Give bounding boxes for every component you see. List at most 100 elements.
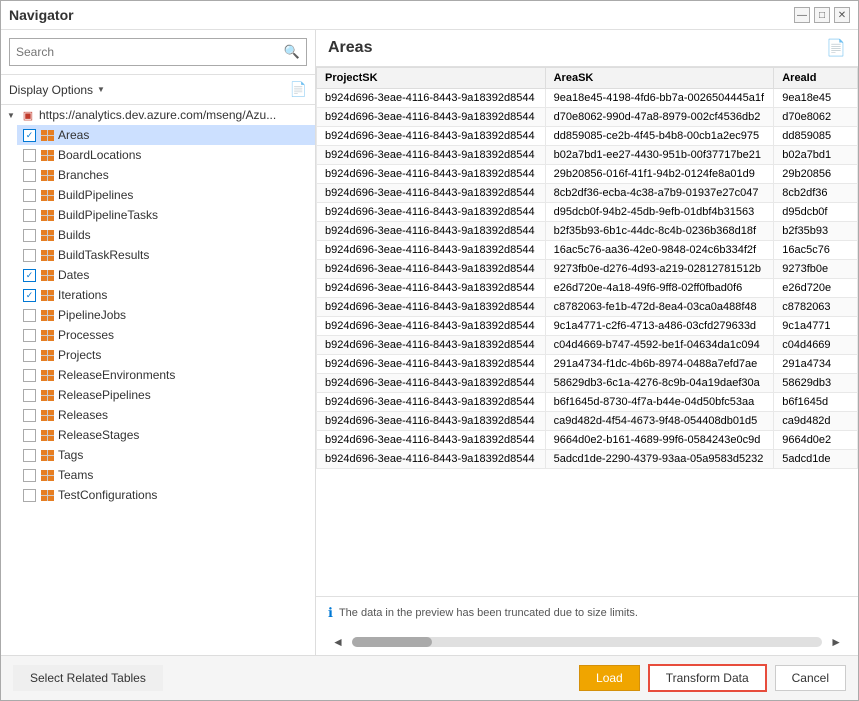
checkbox-ReleaseEnvironments[interactable] [23,369,36,382]
checkbox-Releases[interactable] [23,409,36,422]
table-row[interactable]: b924d696-3eae-4116-8443-9a18392d8544c878… [317,298,858,317]
scroll-right-button[interactable]: ► [826,633,846,651]
table-icon-Builds [40,228,54,242]
table-row[interactable]: b924d696-3eae-4116-8443-9a18392d8544b02a… [317,146,858,165]
checkbox-Areas[interactable] [23,129,36,142]
table-cell: e26d720e [774,279,858,298]
table-cell: b924d696-3eae-4116-8443-9a18392d8544 [317,127,546,146]
download-icon[interactable]: 📄 [826,38,846,58]
table-row[interactable]: b924d696-3eae-4116-8443-9a18392d85445adc… [317,450,858,469]
checkbox-BuildTaskResults[interactable] [23,249,36,262]
table-row[interactable]: b924d696-3eae-4116-8443-9a18392d85449c1a… [317,317,858,336]
tree-item-Releases[interactable]: Releases [17,405,315,425]
table-row[interactable]: b924d696-3eae-4116-8443-9a18392d85449273… [317,260,858,279]
search-icon: 🔍 [284,44,300,60]
table-cell: b924d696-3eae-4116-8443-9a18392d8544 [317,108,546,127]
table-row[interactable]: b924d696-3eae-4116-8443-9a18392d8544e26d… [317,279,858,298]
data-table-wrap[interactable]: ProjectSK AreaSK AreaId b924d696-3eae-41… [316,67,858,596]
checkbox-Iterations[interactable] [23,289,36,302]
tree-item-PipelineJobs[interactable]: PipelineJobs [17,305,315,325]
tree-item-Iterations[interactable]: Iterations [17,285,315,305]
tree-item-BuildPipelines[interactable]: BuildPipelines [17,185,315,205]
table-cell: b924d696-3eae-4116-8443-9a18392d8544 [317,355,546,374]
table-row[interactable]: b924d696-3eae-4116-8443-9a18392d8544b2f3… [317,222,858,241]
table-row[interactable]: b924d696-3eae-4116-8443-9a18392d85445862… [317,374,858,393]
checkbox-Teams[interactable] [23,469,36,482]
tree-item-Builds[interactable]: Builds [17,225,315,245]
table-row[interactable]: b924d696-3eae-4116-8443-9a18392d8544d70e… [317,108,858,127]
table-cell: b924d696-3eae-4116-8443-9a18392d8544 [317,241,546,260]
scroll-thumb[interactable] [352,637,432,647]
scroll-track[interactable] [352,637,822,647]
info-icon: ℹ [328,605,333,621]
table-row[interactable]: b924d696-3eae-4116-8443-9a18392d854416ac… [317,241,858,260]
table-row[interactable]: b924d696-3eae-4116-8443-9a18392d8544ca9d… [317,412,858,431]
data-table: ProjectSK AreaSK AreaId b924d696-3eae-41… [316,67,858,469]
tree-item-Tags[interactable]: Tags [17,445,315,465]
transform-data-button[interactable]: Transform Data [648,664,767,692]
tree-item-Teams[interactable]: Teams [17,465,315,485]
checkbox-BuildPipelines[interactable] [23,189,36,202]
load-button[interactable]: Load [579,665,640,691]
table-row[interactable]: b924d696-3eae-4116-8443-9a18392d85449ea1… [317,89,858,108]
table-cell: 9c1a4771-c2f6-4713-a486-03cfd279633d [545,317,774,336]
page-icon-button[interactable]: 📄 [290,81,307,98]
checkbox-Tags[interactable] [23,449,36,462]
tree-label-Tags: Tags [58,448,309,462]
close-button[interactable]: ✕ [834,7,850,23]
checkbox-PipelineJobs[interactable] [23,309,36,322]
tree-item-BuildPipelineTasks[interactable]: BuildPipelineTasks [17,205,315,225]
checkbox-Builds[interactable] [23,229,36,242]
minimize-button[interactable]: — [794,7,810,23]
display-options-button[interactable]: Display Options ▼ [9,83,105,97]
table-row[interactable]: b924d696-3eae-4116-8443-9a18392d85448cb2… [317,184,858,203]
checkbox-Processes[interactable] [23,329,36,342]
table-row[interactable]: b924d696-3eae-4116-8443-9a18392d8544c04d… [317,336,858,355]
checkbox-BoardLocations[interactable] [23,149,36,162]
checkbox-Projects[interactable] [23,349,36,362]
tree-label-BoardLocations: BoardLocations [58,148,309,162]
scroll-left-button[interactable]: ◄ [328,633,348,651]
tree-label-BuildPipelineTasks: BuildPipelineTasks [58,208,309,222]
checkbox-ReleasePipelines[interactable] [23,389,36,402]
tree-label-ReleaseEnvironments: ReleaseEnvironments [58,368,309,382]
checkbox-ReleaseStages[interactable] [23,429,36,442]
tree-label-TestConfigurations: TestConfigurations [58,488,309,502]
table-row[interactable]: b924d696-3eae-4116-8443-9a18392d8544291a… [317,355,858,374]
tree-item-Projects[interactable]: Projects [17,345,315,365]
tree-root-item[interactable]: ▼ ▣ https://analytics.dev.azure.com/msen… [1,105,315,125]
checkbox-BuildPipelineTasks[interactable] [23,209,36,222]
tree-item-Processes[interactable]: Processes [17,325,315,345]
scrollbar-row[interactable]: ◄ ► [316,629,858,655]
info-row: ℹ The data in the preview has been trunc… [316,596,858,629]
title-bar: Navigator — □ ✕ [1,1,858,30]
table-row[interactable]: b924d696-3eae-4116-8443-9a18392d854429b2… [317,165,858,184]
tree-item-ReleaseEnvironments[interactable]: ReleaseEnvironments [17,365,315,385]
tree-item-ReleaseStages[interactable]: ReleaseStages [17,425,315,445]
checkbox-TestConfigurations[interactable] [23,489,36,502]
tree-item-BuildTaskResults[interactable]: BuildTaskResults [17,245,315,265]
search-input[interactable] [16,41,284,63]
table-cell: 9664d0e2-b161-4689-99f6-05842​43e0c9d [545,431,774,450]
tree-label-BuildTaskResults: BuildTaskResults [58,248,309,262]
table-cell: 5adcd1de-2290-4379-93aa-05a9583d5232 [545,450,774,469]
cancel-button[interactable]: Cancel [775,665,846,691]
table-row[interactable]: b924d696-3eae-4116-8443-9a18392d8544dd85… [317,127,858,146]
tree-root-label: https://analytics.dev.azure.com/mseng/Az… [39,108,309,122]
tree-item-Branches[interactable]: Branches [17,165,315,185]
checkbox-Branches[interactable] [23,169,36,182]
table-row[interactable]: b924d696-3eae-4116-8443-9a18392d8544b6f1… [317,393,858,412]
table-row[interactable]: b924d696-3eae-4116-8443-9a18392d85449664… [317,431,858,450]
tree-item-Dates[interactable]: Dates [17,265,315,285]
right-title: Areas [328,39,372,57]
col-header-AreaSK: AreaSK [545,68,774,89]
maximize-button[interactable]: □ [814,7,830,23]
tree-area[interactable]: ▼ ▣ https://analytics.dev.azure.com/msen… [1,105,315,655]
tree-item-TestConfigurations[interactable]: TestConfigurations [17,485,315,505]
checkbox-Dates[interactable] [23,269,36,282]
tree-item-BoardLocations[interactable]: BoardLocations [17,145,315,165]
table-row[interactable]: b924d696-3eae-4116-8443-9a18392d8544d95d… [317,203,858,222]
tree-item-ReleasePipelines[interactable]: ReleasePipelines [17,385,315,405]
tree-item-Areas[interactable]: Areas [17,125,315,145]
select-related-tables-button[interactable]: Select Related Tables [13,665,163,691]
